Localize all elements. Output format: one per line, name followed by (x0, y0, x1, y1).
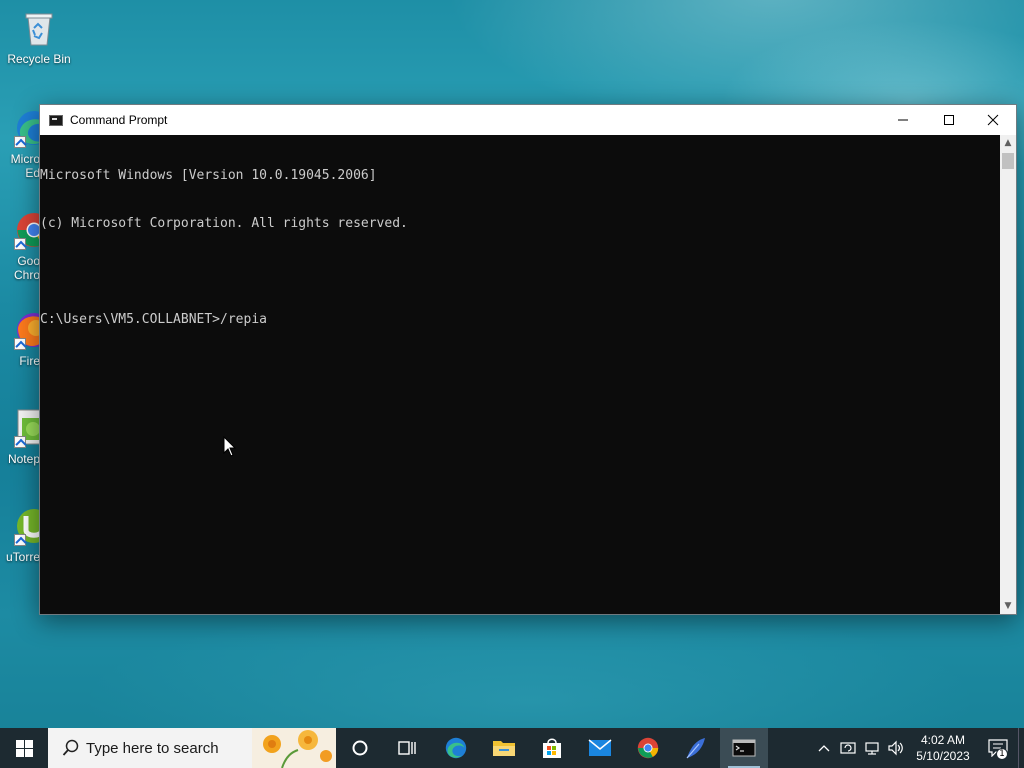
desktop-icon-label: Goo Chro (13, 254, 40, 282)
taskbar-file-explorer[interactable] (480, 728, 528, 768)
minimize-button[interactable] (880, 105, 926, 135)
action-center-button[interactable]: 1 (978, 728, 1018, 768)
command-prompt-window[interactable]: Command Prompt Microsoft Windows [Versio… (39, 104, 1017, 615)
command-prompt-icon (732, 739, 756, 757)
desktop-icon-chrome[interactable]: Goo Chro (0, 210, 40, 282)
search-placeholder: Type here to search (86, 739, 219, 757)
tray-update-button[interactable] (836, 728, 860, 768)
network-icon (865, 742, 879, 755)
window-titlebar[interactable]: Command Prompt (40, 105, 1016, 135)
taskbar-mail[interactable] (576, 728, 624, 768)
maximize-icon (944, 115, 954, 125)
desktop-icon-firefox[interactable]: Fire (0, 310, 40, 368)
shortcut-arrow-icon (14, 238, 26, 250)
windows-update-icon (840, 742, 856, 754)
notepad-icon (14, 408, 40, 448)
console-output[interactable]: Microsoft Windows [Version 10.0.19045.20… (40, 135, 1000, 614)
shortcut-arrow-icon (14, 534, 26, 546)
edge-icon (445, 737, 467, 759)
task-view-button[interactable] (384, 728, 432, 768)
task-view-icon (398, 741, 416, 755)
shortcut-arrow-icon (14, 436, 26, 448)
show-hidden-icons-button[interactable] (812, 728, 836, 768)
desktop-icon-label: uTorre (5, 550, 40, 564)
clock-date: 5/10/2023 (916, 749, 970, 763)
desktop-icon-label: Micro Ed (10, 152, 40, 180)
search-highlight-flowers-icon (252, 728, 336, 768)
scroll-down-arrow-icon[interactable]: ▼ (1000, 598, 1016, 614)
shortcut-arrow-icon (14, 136, 26, 148)
chrome-icon (637, 737, 659, 759)
shortcut-arrow-icon (14, 338, 26, 350)
taskbar-chrome[interactable] (624, 728, 672, 768)
store-bag-icon (543, 738, 561, 758)
taskbar-microsoft-store[interactable] (528, 728, 576, 768)
chevron-up-icon (818, 745, 830, 752)
cortana-circle-icon (352, 740, 368, 756)
scroll-up-arrow-icon[interactable]: ▲ (1000, 135, 1016, 151)
window-title: Command Prompt (70, 113, 168, 127)
taskbar-feather-app[interactable] (672, 728, 720, 768)
feather-icon (686, 738, 705, 759)
vertical-scrollbar[interactable]: ▲ ▼ (1000, 135, 1016, 614)
desktop-icon-recycle-bin[interactable]: Recycle Bin (1, 8, 77, 66)
desktop-icon-utorrent[interactable]: uTorre (0, 506, 40, 564)
tray-network-button[interactable] (860, 728, 884, 768)
desktop-icon-label: Recycle Bin (7, 52, 71, 66)
recycle-bin-icon (19, 8, 59, 48)
desktop-icon-edge[interactable]: Micro Ed (0, 108, 40, 180)
minimize-icon (898, 119, 908, 121)
taskbar: Type here to search 4:02 AM 5/10/2023 1 (0, 728, 1024, 768)
chrome-icon (14, 210, 40, 250)
taskbar-edge[interactable] (432, 728, 480, 768)
scrollbar-thumb[interactable] (1002, 153, 1014, 169)
taskbar-clock[interactable]: 4:02 AM 5/10/2023 (908, 728, 978, 768)
desktop-icon-notepad[interactable]: Notep (0, 408, 40, 466)
show-desktop-button[interactable] (1018, 728, 1024, 768)
utorrent-icon (14, 506, 40, 546)
mouse-cursor-icon (223, 436, 237, 457)
close-button[interactable] (970, 105, 1016, 135)
desktop-icon-label: Fire (19, 354, 40, 368)
firefox-icon (14, 310, 40, 350)
command-prompt-icon (49, 114, 63, 126)
close-icon (987, 114, 999, 126)
maximize-button[interactable] (926, 105, 972, 135)
tray-volume-button[interactable] (884, 728, 908, 768)
console-line: Microsoft Windows [Version 10.0.19045.20… (40, 168, 377, 183)
edge-icon (14, 108, 40, 148)
system-tray: 4:02 AM 5/10/2023 1 (812, 728, 1024, 768)
taskbar-command-prompt[interactable] (720, 728, 768, 768)
cortana-button[interactable] (336, 728, 384, 768)
taskbar-search-box[interactable]: Type here to search (48, 728, 336, 768)
windows-logo-icon (15, 739, 33, 757)
folder-icon (493, 741, 515, 756)
desktop-icon-label: Notep (7, 452, 40, 466)
mail-icon (588, 739, 612, 756)
clock-time: 4:02 AM (920, 733, 966, 747)
notification-count-badge: 1 (996, 748, 1008, 760)
console-line: (c) Microsoft Corporation. All rights re… (40, 216, 408, 231)
search-icon (62, 739, 79, 756)
console-prompt-line: C:\Users\VM5.COLLABNET>/repia (40, 312, 267, 327)
speaker-icon (888, 740, 903, 756)
start-button[interactable] (0, 728, 48, 768)
